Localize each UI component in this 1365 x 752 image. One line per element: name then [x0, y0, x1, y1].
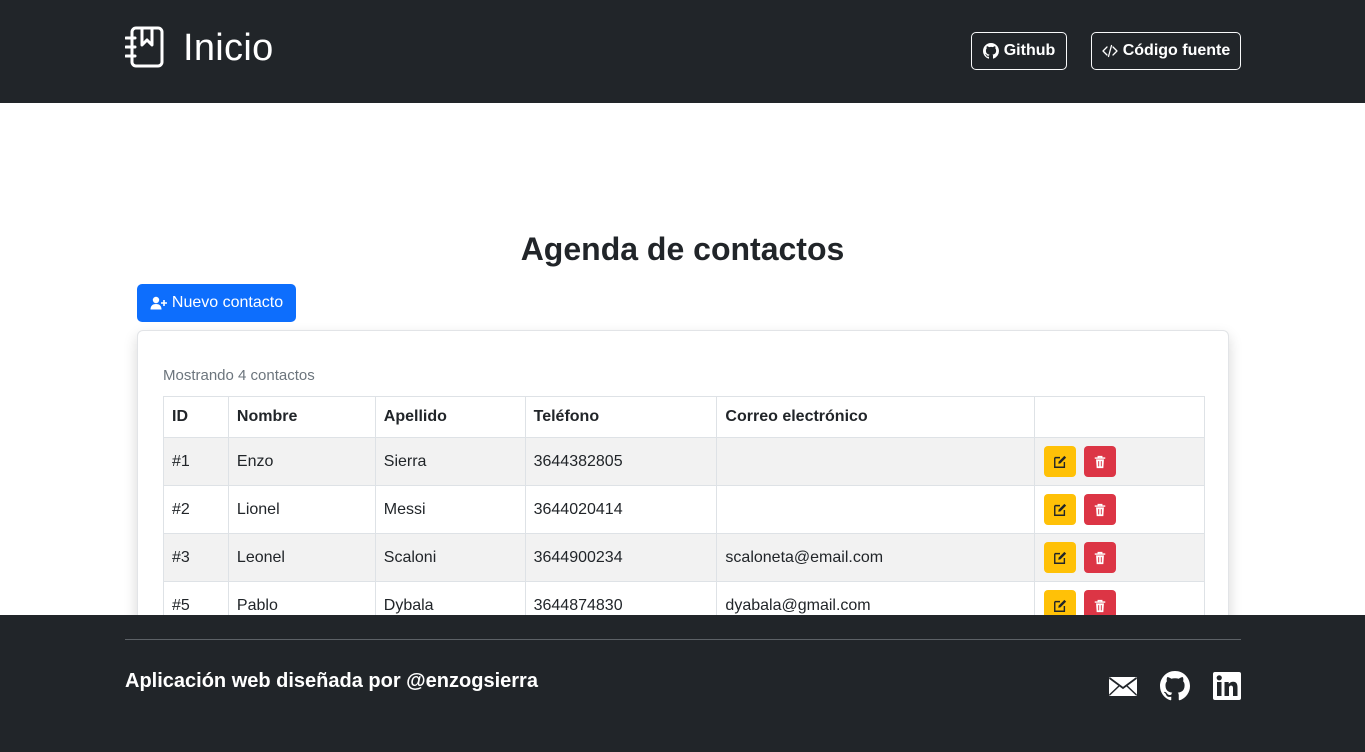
table-row: #1 Enzo Sierra 3644382805 — [163, 437, 1205, 486]
header-correo: Correo electrónico — [716, 396, 1036, 438]
github-icon — [982, 43, 999, 59]
edit-button[interactable] — [1044, 446, 1077, 477]
cell-actions — [1034, 437, 1205, 486]
header-telefono: Teléfono — [524, 396, 718, 438]
footer-credits: Aplicación web diseñada por @enzogsierra — [125, 670, 538, 692]
cell-correo — [716, 437, 1036, 486]
linkedin-icon[interactable] — [1212, 671, 1242, 701]
contacts-count: Mostrando 4 contactos — [163, 367, 315, 384]
cell-telefono: 3644020414 — [524, 485, 718, 534]
footer-divider — [125, 639, 1241, 640]
contacts-table: ID Nombre Apellido Teléfono Correo elect… — [163, 396, 1205, 630]
cell-correo — [716, 485, 1036, 534]
header-actions — [1034, 396, 1205, 438]
source-code-button[interactable]: Código fuente — [1091, 32, 1241, 70]
journal-bookmark-icon — [125, 26, 164, 68]
github-button[interactable]: Github — [971, 32, 1067, 70]
cell-telefono: 3644382805 — [524, 437, 718, 486]
pencil-square-icon — [1054, 599, 1067, 612]
edit-button[interactable] — [1044, 542, 1077, 573]
brand-title: Inicio — [183, 26, 274, 69]
cell-actions — [1034, 533, 1205, 582]
main-content: Agenda de contactos Nuevo contacto Mostr… — [0, 103, 1365, 670]
delete-button[interactable] — [1084, 494, 1117, 525]
trash-icon — [1094, 551, 1106, 564]
table-header-row: ID Nombre Apellido Teléfono Correo elect… — [163, 396, 1205, 438]
pencil-square-icon — [1054, 503, 1067, 516]
envelope-icon[interactable] — [1108, 671, 1138, 701]
delete-button[interactable] — [1084, 542, 1117, 573]
table-row: #3 Leonel Scaloni 3644900234 scaloneta@e… — [163, 533, 1205, 582]
new-contact-button[interactable]: Nuevo contacto — [137, 284, 296, 322]
header-nombre: Nombre — [227, 396, 376, 438]
pencil-square-icon — [1054, 551, 1067, 564]
new-contact-label: Nuevo contacto — [171, 294, 284, 311]
cell-nombre: Enzo — [227, 437, 376, 486]
github-icon[interactable] — [1160, 671, 1190, 701]
code-slash-icon — [1102, 44, 1118, 58]
github-label: Github — [1003, 42, 1056, 59]
person-plus-icon — [150, 296, 167, 310]
cell-apellido: Sierra — [374, 437, 526, 486]
cell-nombre: Lionel — [227, 485, 376, 534]
brand-link[interactable]: Inicio — [125, 26, 274, 70]
trash-icon — [1094, 455, 1106, 468]
cell-apellido: Messi — [374, 485, 526, 534]
cell-actions — [1034, 485, 1205, 534]
table-row: #2 Lionel Messi 3644020414 — [163, 485, 1205, 534]
page-title: Agenda de contactos — [520, 231, 845, 267]
pencil-square-icon — [1054, 455, 1067, 468]
header-apellido: Apellido — [374, 396, 526, 438]
cell-telefono: 3644900234 — [524, 533, 718, 582]
edit-button[interactable] — [1044, 494, 1077, 525]
source-code-label: Código fuente — [1122, 42, 1231, 59]
cell-apellido: Scaloni — [374, 533, 526, 582]
trash-icon — [1094, 503, 1106, 516]
footer: Aplicación web diseñada por @enzogsierra — [0, 615, 1365, 752]
trash-icon — [1094, 599, 1106, 612]
cell-nombre: Leonel — [227, 533, 376, 582]
delete-button[interactable] — [1084, 446, 1117, 477]
cell-id: #2 — [163, 485, 229, 534]
header-id: ID — [163, 396, 229, 438]
cell-id: #3 — [163, 533, 229, 582]
cell-correo: scaloneta@email.com — [716, 533, 1036, 582]
navbar: Inicio Github Código fuente — [0, 0, 1365, 103]
cell-id: #1 — [163, 437, 229, 486]
